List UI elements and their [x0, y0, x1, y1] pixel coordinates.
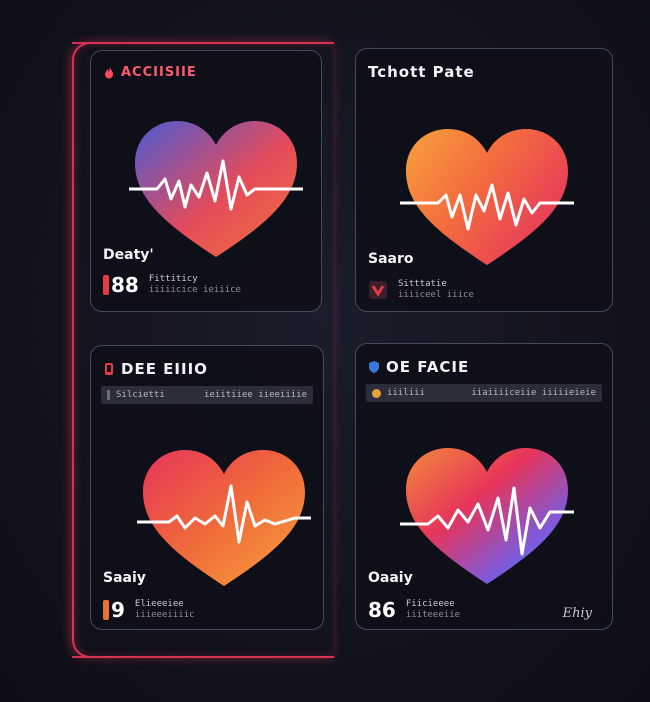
stat-row: Sitttatie iiiiceel iiice — [368, 279, 474, 301]
bar-icon — [107, 390, 110, 400]
stat-label: Deaty' — [103, 247, 154, 263]
heart-graphic — [400, 448, 574, 584]
card-header: DEE EIIIO — [103, 360, 208, 378]
stat-description: Fiicieeee iiiteeeiie — [405, 599, 461, 620]
stat-value: 9 — [103, 598, 125, 622]
stat-row: 88 Fittiticy iiiiicice ieiiice — [103, 273, 241, 297]
stat-description: Elieeeiee iiieeeiiiic — [134, 599, 195, 620]
phone-icon — [105, 363, 113, 375]
heart-graphic — [137, 450, 311, 586]
stat-description: Sitttatie iiiiceel iiice — [398, 279, 474, 300]
card-header: OE FACIE — [368, 358, 469, 376]
stat-label: Oaaiy — [368, 570, 413, 586]
footnote: Ehiy — [562, 606, 592, 621]
stat-value — [368, 280, 388, 300]
card-title: ACCIISIIE — [121, 65, 197, 80]
value-badge — [103, 275, 109, 295]
heart-graphic — [129, 121, 303, 257]
card-title: OE FACIE — [386, 358, 470, 376]
stat-value: 88 — [103, 273, 139, 297]
stat-label: Saaro — [368, 251, 414, 267]
flame-icon — [105, 66, 113, 78]
heart-rate-card-3[interactable]: DEE EIIIO Silcietti ieiitiiee iieeiiiie … — [90, 345, 324, 630]
heart-rate-card-4[interactable]: OE FACIE iiiliii iiaiiiiceiie iiiiieieie… — [355, 343, 613, 630]
stat-row: 9 Elieeeiee iiieeeiiiic — [103, 598, 195, 622]
stat-label: Saaiy — [103, 570, 146, 586]
card-header: Tchott Pate — [368, 63, 475, 81]
shield-icon — [369, 361, 379, 373]
heart-rate-card-1[interactable]: ACCIISIIE Deaty' 88 Fittiticy iiiiicice … — [90, 50, 322, 312]
stat-value: 86 — [368, 598, 396, 622]
heart-graphic — [400, 129, 574, 265]
clock-icon — [372, 388, 381, 398]
heart-rate-card-2[interactable]: Tchott Pate Saaro Sitttatie iiiiceel iii… — [355, 48, 613, 312]
info-bar: iiiliii iiaiiiiceiie iiiiieieie — [366, 384, 602, 402]
info-bar: Silcietti ieiitiiee iieeiiiie — [101, 386, 313, 404]
chevron-badge-icon — [369, 281, 387, 299]
card-title: Tchott Pate — [368, 63, 475, 81]
card-header: ACCIISIIE — [103, 65, 197, 80]
stat-row: 86 Fiicieeee iiiteeeiie — [368, 598, 460, 622]
stat-description: Fittiticy iiiiicice ieiiice — [148, 274, 241, 295]
value-badge — [103, 600, 109, 620]
card-title: DEE EIIIO — [121, 360, 208, 378]
